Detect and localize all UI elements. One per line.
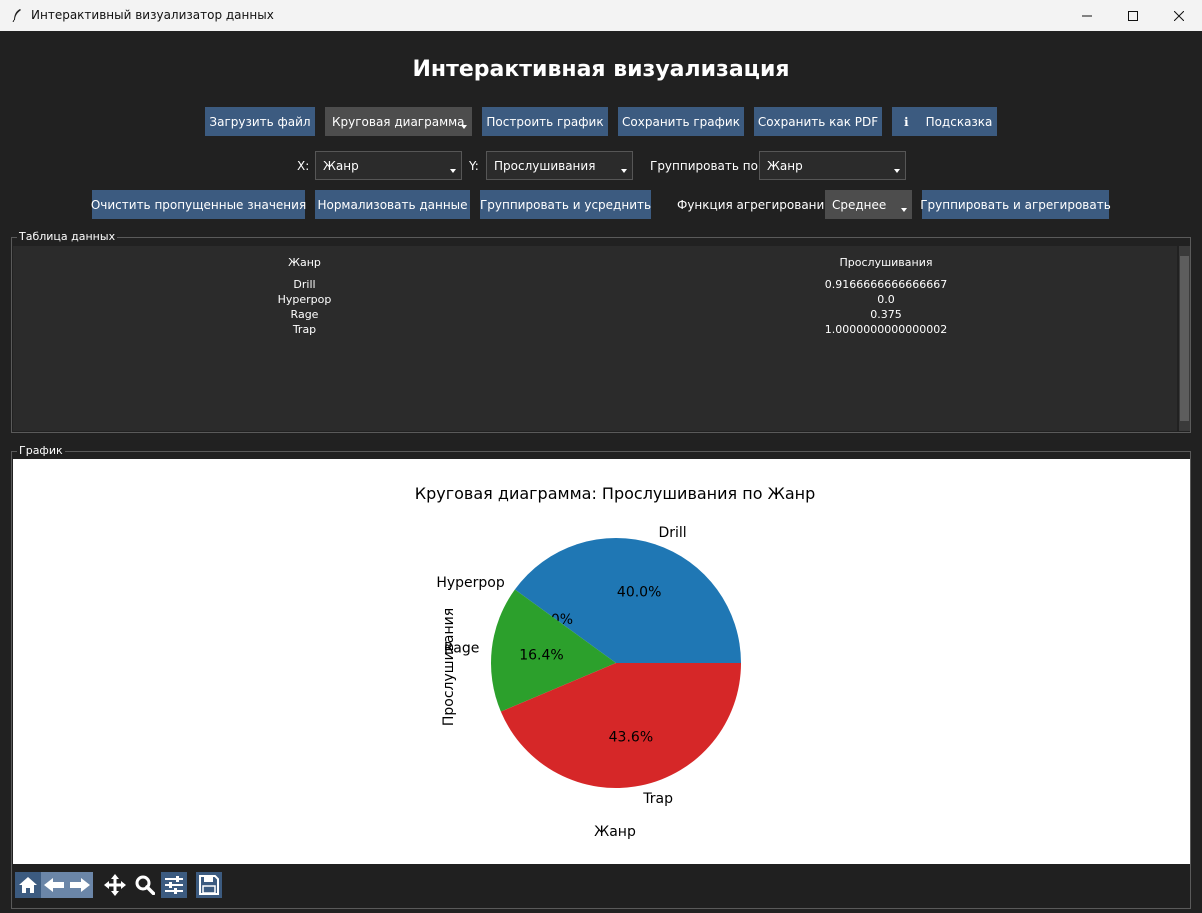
zoom-button[interactable] [132, 872, 158, 898]
group-by-dropdown[interactable]: Жанр [759, 151, 906, 180]
x-column-dropdown[interactable]: Жанр [315, 151, 462, 180]
configure-subplots-button[interactable] [161, 872, 187, 898]
configure-subplots-icon [165, 876, 183, 894]
y-column-dropdown[interactable]: Прослушивания [486, 151, 633, 180]
zoom-icon [135, 875, 155, 895]
table-cell: 0.375 [870, 308, 902, 321]
aggregation-value: Среднее [832, 197, 887, 212]
table-column-genre: Жанр Drill Hyperpop Rage Trap [213, 255, 396, 337]
minimize-button[interactable] [1064, 0, 1110, 31]
column-header: Жанр [288, 256, 321, 269]
forward-icon [70, 878, 90, 892]
chart-canvas[interactable]: Круговая диаграмма: Прослушивания по Жан… [13, 459, 1190, 864]
window-titlebar: Интерактивный визуализатор данных [0, 0, 1202, 31]
table-cell: 0.9166666666666667 [824, 278, 948, 291]
y-axis-label: Y: [469, 159, 479, 173]
x-axis-title: Жанр [594, 824, 636, 840]
x-axis-label: X: [297, 159, 310, 173]
pan-icon [104, 874, 126, 896]
pie-label-drill: Drill [658, 525, 686, 541]
save-pdf-button[interactable]: Сохранить как PDF [754, 107, 882, 136]
chart-type-dropdown[interactable]: Круговая диаграмма [325, 107, 472, 136]
forward-button[interactable] [67, 872, 93, 898]
chart-frame-title: График [17, 444, 65, 457]
scrollbar-thumb[interactable] [1180, 256, 1189, 421]
group-by-value: Жанр [767, 158, 803, 173]
table-frame-title: Таблица данных [17, 230, 118, 243]
maximize-button[interactable] [1110, 0, 1156, 31]
home-icon [19, 877, 37, 893]
x-column-value: Жанр [323, 158, 359, 173]
group-by-label: Группировать по: [650, 159, 763, 173]
pie-pct-label-rage: 16.4% [519, 647, 563, 663]
build-chart-button[interactable]: Построить график [482, 107, 608, 136]
table-cell: Drill [293, 278, 316, 291]
clean-missing-button[interactable]: Очистить пропущенные значения [91, 190, 306, 219]
load-file-button[interactable]: Загрузить файл [205, 107, 315, 136]
chevron-down-icon [461, 125, 467, 129]
y-axis-title: Прослушивания [441, 608, 457, 726]
group-average-button[interactable]: Группировать и усреднить [480, 190, 651, 219]
table-cell: Trap [292, 323, 317, 336]
app-window: Интерактивная визуализация Загрузить фай… [0, 31, 1202, 913]
pie-label-hyperpop: Hyperpop [436, 575, 505, 591]
chevron-down-icon [450, 169, 456, 173]
table-cell: 1.0000000000000002 [824, 323, 948, 336]
save-figure-button[interactable] [196, 872, 222, 898]
table-scrollbar[interactable] [1179, 246, 1190, 431]
chevron-down-icon [901, 208, 907, 212]
home-button[interactable] [15, 872, 41, 898]
y-column-value: Прослушивания [494, 158, 596, 173]
chevron-down-icon [894, 169, 900, 173]
hint-label: Подсказка [925, 114, 993, 129]
chart-type-value: Круговая диаграмма [332, 114, 465, 129]
table-cell: Rage [290, 308, 319, 321]
info-icon: ℹ [904, 114, 909, 129]
close-icon [1174, 10, 1184, 21]
back-button[interactable] [41, 872, 67, 898]
maximize-icon [1128, 10, 1138, 21]
table-column-listens: Прослушивания 0.9166666666666667 0.0 0.3… [786, 255, 986, 337]
back-icon [44, 878, 64, 892]
page-title: Интерактивная визуализация [412, 57, 790, 82]
chevron-down-icon [621, 169, 627, 173]
chart-title: Круговая диаграмма: Прослушивания по Жан… [415, 484, 815, 503]
pie-chart: Круговая диаграмма: Прослушивания по Жан… [415, 484, 815, 840]
group-aggregate-button[interactable]: Группировать и агрегировать [920, 190, 1111, 219]
pan-button[interactable] [102, 872, 128, 898]
normalize-button[interactable]: Нормализовать данные [315, 190, 470, 219]
column-header: Прослушивания [839, 256, 933, 269]
window-title: Интерактивный визуализатор данных [31, 8, 274, 22]
hint-button[interactable]: ℹ Подсказка [892, 107, 997, 136]
save-icon [199, 875, 219, 895]
pie-pct-label-drill: 40.0% [617, 585, 661, 601]
save-chart-button[interactable]: Сохранить график [618, 107, 744, 136]
table-cell: Hyperpop [277, 293, 332, 306]
pie-label-trap: Trap [642, 791, 673, 807]
pie-label-rage: Rage [444, 640, 480, 656]
minimize-icon [1082, 15, 1092, 16]
close-button[interactable] [1156, 0, 1202, 31]
plot-toolbar [13, 864, 1190, 907]
aggregation-dropdown[interactable]: Среднее [825, 190, 912, 219]
feather-icon [12, 9, 21, 22]
table-cell: 0.0 [877, 293, 895, 306]
data-table[interactable]: Жанр Drill Hyperpop Rage Trap Прослушива… [13, 246, 1177, 431]
pie-pct-label-trap: 43.6% [609, 730, 653, 746]
aggregation-label: Функция агрегирования: [677, 198, 836, 212]
